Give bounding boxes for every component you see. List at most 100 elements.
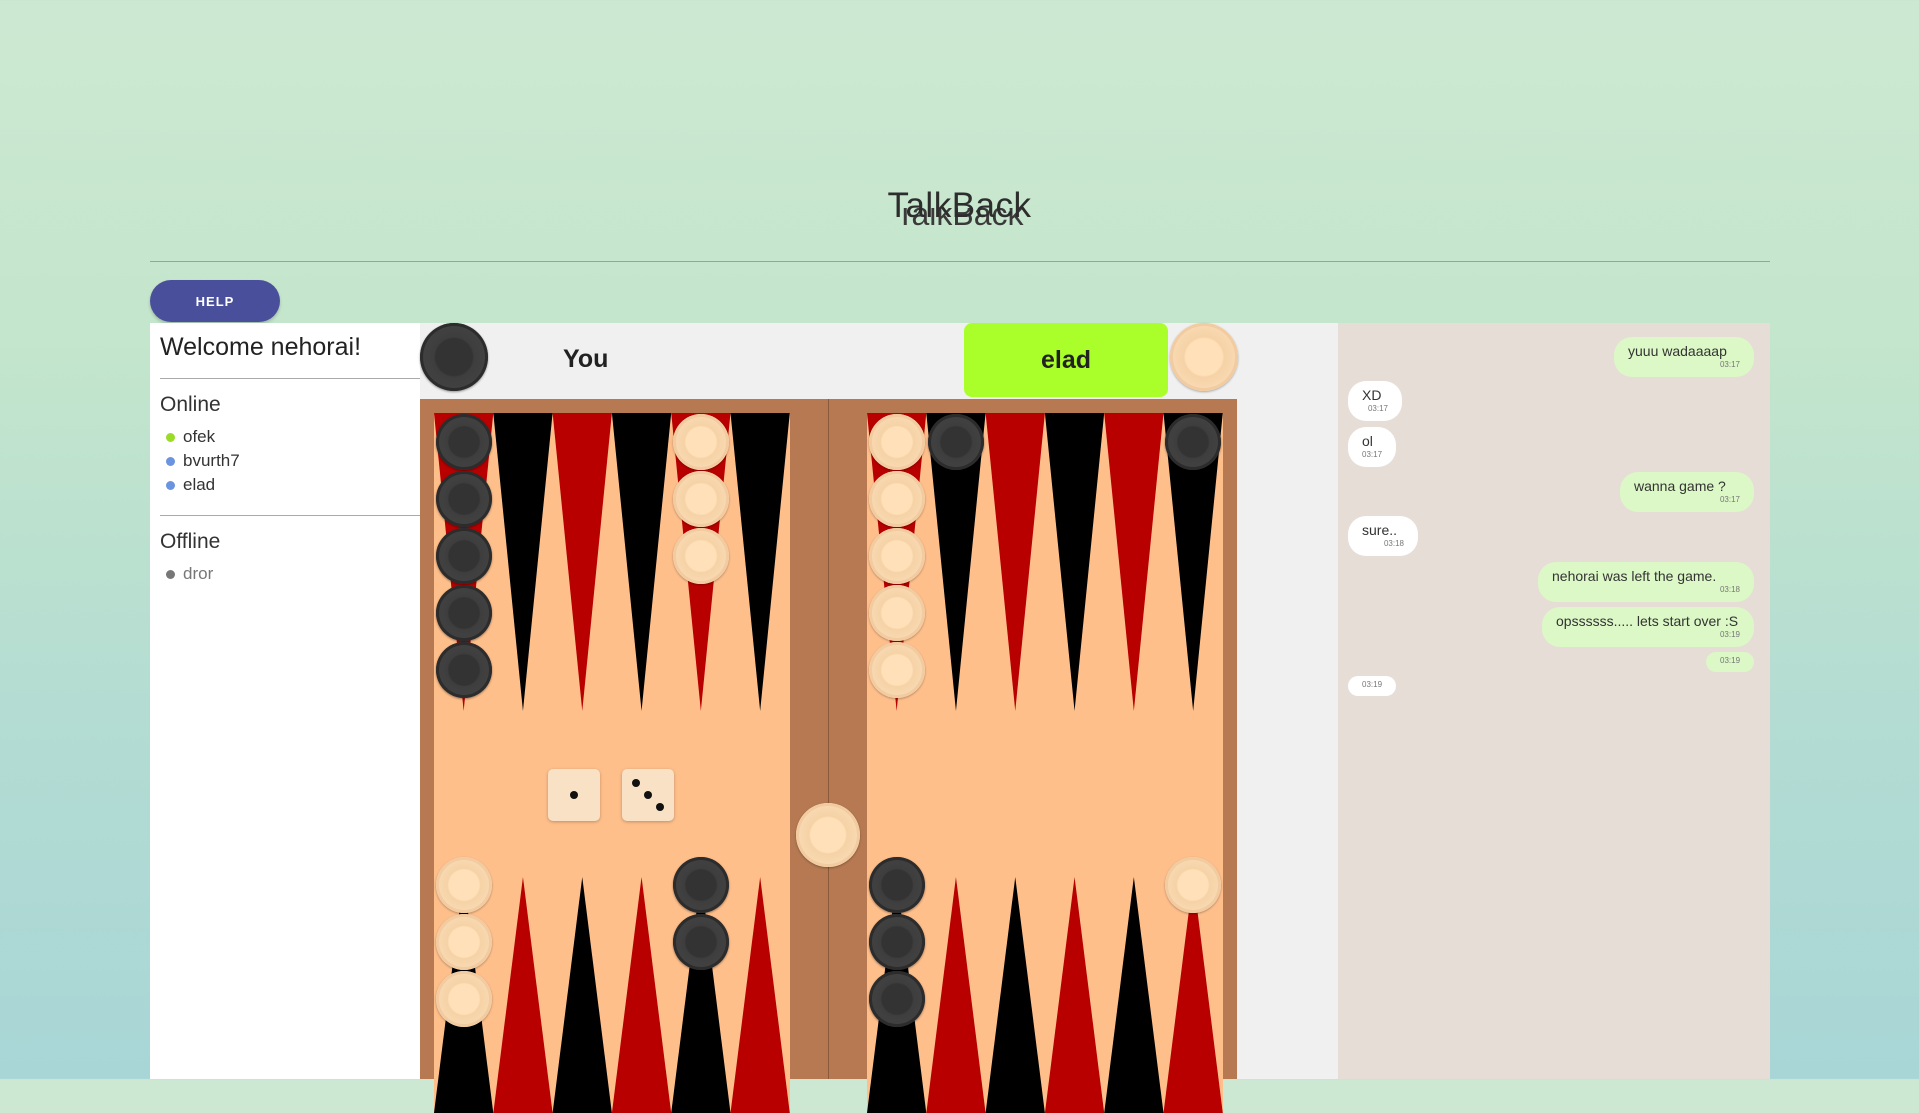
chat-message-outgoing: wanna game ? 03:17 xyxy=(1620,472,1754,512)
opponent-checker-icon xyxy=(1170,323,1238,391)
dark-checker[interactable] xyxy=(435,414,492,470)
chat-message-time: 03:17 xyxy=(1362,450,1383,459)
chat-message-outgoing: yuuu wadaaaap 03:17 xyxy=(1614,337,1754,377)
chat-message-outgoing: 03:19 xyxy=(1706,652,1754,672)
light-checker[interactable] xyxy=(868,471,925,527)
online-user-ofek[interactable]: ofek xyxy=(166,427,215,447)
user-name: bvurth7 xyxy=(183,451,240,470)
die-pip xyxy=(656,803,664,811)
dark-checker[interactable] xyxy=(672,914,729,970)
light-checker[interactable] xyxy=(672,528,729,584)
chat-message-outgoing: nehorai was left the game. 03:18 xyxy=(1538,562,1754,602)
light-checker[interactable] xyxy=(868,414,925,470)
board-point-top[interactable] xyxy=(1044,413,1105,711)
board-point-bottom[interactable] xyxy=(730,877,790,1113)
light-checker[interactable] xyxy=(868,585,925,641)
users-sidebar: Welcome nehorai! Online ofek bvurth7 ela… xyxy=(150,323,420,1079)
opponent-player-label: elad xyxy=(964,323,1168,397)
chat-message-text: XD xyxy=(1362,387,1382,403)
light-checker[interactable] xyxy=(435,914,492,970)
chat-message-time: 03:19 xyxy=(1719,630,1740,639)
online-user-elad[interactable]: elad xyxy=(166,475,215,495)
chat-message-text: sure.. xyxy=(1362,522,1398,538)
board-point-top[interactable] xyxy=(730,413,790,711)
light-checker[interactable] xyxy=(672,414,729,470)
user-name: elad xyxy=(183,475,216,494)
online-status-dot-icon xyxy=(166,480,175,490)
dark-checker[interactable] xyxy=(672,857,729,913)
dark-checker[interactable] xyxy=(1165,414,1222,470)
welcome-message: Welcome nehorai! xyxy=(160,333,362,361)
chat-message-time: 03:17 xyxy=(1719,360,1740,369)
chat-message-time: 03:19 xyxy=(1720,656,1741,665)
board-bar xyxy=(828,399,829,1079)
game-area: You elad xyxy=(420,323,1338,1113)
online-status-dot-icon xyxy=(166,432,175,442)
chat-message-text: ol xyxy=(1362,433,1373,449)
dark-checker[interactable] xyxy=(435,642,492,698)
offline-user-dror[interactable]: dror xyxy=(166,564,213,584)
dark-checker[interactable] xyxy=(868,857,925,913)
die-2[interactable] xyxy=(622,769,674,821)
chat-message-time: 03:17 xyxy=(1719,495,1740,504)
chat-message-incoming: XD 03:17 xyxy=(1348,381,1402,421)
chat-message-time: 03:19 xyxy=(1362,680,1383,689)
chat-message-text: opssssss..... lets start over :S xyxy=(1556,613,1739,629)
offline-status-dot-icon xyxy=(166,569,175,579)
board-point-top[interactable] xyxy=(493,413,553,711)
offline-section-title: Offline xyxy=(160,530,221,553)
board-point-top[interactable] xyxy=(552,413,612,711)
help-button[interactable]: HELP xyxy=(150,280,280,322)
app-title: TalkBack xyxy=(887,186,1032,225)
board-point-top[interactable] xyxy=(1104,413,1164,711)
die-pip xyxy=(570,791,578,799)
user-name: dror xyxy=(183,564,214,583)
online-status-dot-icon xyxy=(166,456,175,466)
board-point-bottom[interactable] xyxy=(552,877,612,1113)
chat-message-incoming: ol 03:17 xyxy=(1348,427,1396,467)
chat-message-text: wanna game ? xyxy=(1634,478,1726,494)
online-section-title: Online xyxy=(160,393,221,416)
chat-message-time: 03:18 xyxy=(1383,539,1404,548)
light-checker[interactable] xyxy=(435,971,492,1027)
light-checker[interactable] xyxy=(868,642,925,698)
board-point-bottom[interactable] xyxy=(1044,877,1105,1113)
bar-light-checker[interactable] xyxy=(796,803,860,867)
online-user-bvurth7[interactable]: bvurth7 xyxy=(166,451,240,471)
board-point-bottom[interactable] xyxy=(493,877,553,1113)
sidebar-divider xyxy=(160,378,420,379)
dark-checker[interactable] xyxy=(435,585,492,641)
die-pip xyxy=(632,779,640,787)
light-checker[interactable] xyxy=(868,528,925,584)
chat-message-outgoing: opssssss..... lets start over :S 03:19 xyxy=(1542,607,1754,647)
chat-message-text: nehorai was left the game. xyxy=(1552,568,1717,584)
you-player-label: You xyxy=(563,345,609,373)
board-point-bottom[interactable] xyxy=(985,877,1045,1113)
board-point-top[interactable] xyxy=(985,413,1045,711)
dark-checker[interactable] xyxy=(868,971,925,1027)
dark-checker[interactable] xyxy=(868,914,925,970)
user-name: ofek xyxy=(183,427,216,446)
die-pip xyxy=(644,791,652,799)
backgammon-board[interactable] xyxy=(420,399,1237,1113)
chat-message-time: 03:17 xyxy=(1367,404,1388,413)
sidebar-divider xyxy=(160,515,420,516)
board-point-top[interactable] xyxy=(611,413,672,711)
board-point-bottom[interactable] xyxy=(611,877,672,1113)
die-1[interactable] xyxy=(548,769,600,821)
you-checker-icon xyxy=(420,323,488,391)
board-point-bottom[interactable] xyxy=(1104,877,1164,1113)
board-point-bottom[interactable] xyxy=(926,877,986,1113)
chat-message-time: 03:18 xyxy=(1719,585,1740,594)
light-checker[interactable] xyxy=(672,471,729,527)
chat-panel: yuuu wadaaaap 03:17 XD 03:17 ol 03:17 wanna ga… xyxy=(1338,323,1770,1079)
chat-message-text: yuuu wadaaaap xyxy=(1628,343,1727,359)
header-divider xyxy=(150,261,1770,262)
dark-checker[interactable] xyxy=(435,528,492,584)
chat-message-incoming: sure.. 03:18 xyxy=(1348,516,1418,556)
light-checker[interactable] xyxy=(1165,857,1222,913)
dark-checker[interactable] xyxy=(435,471,492,527)
dark-checker[interactable] xyxy=(927,414,984,470)
chat-message-incoming: 03:19 xyxy=(1348,676,1396,696)
light-checker[interactable] xyxy=(435,857,492,913)
